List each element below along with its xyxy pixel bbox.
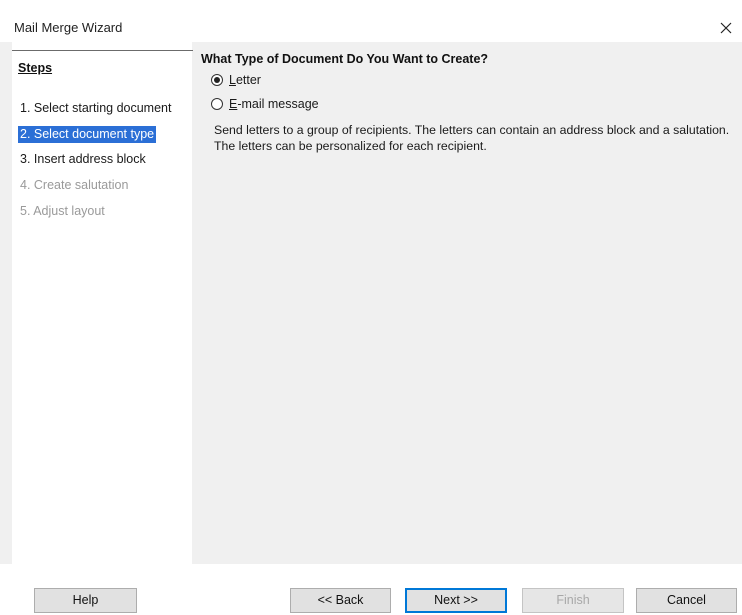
back-button[interactable]: << Back [290, 588, 391, 613]
step-select-starting-document[interactable]: 1. Select starting document [18, 100, 173, 117]
step-adjust-layout: 5. Adjust layout [20, 204, 105, 218]
radio-email[interactable] [211, 98, 223, 110]
option-email[interactable]: E-mail message [211, 97, 319, 111]
option-letter[interactable]: Letter [211, 73, 261, 87]
steps-heading: Steps [18, 61, 53, 75]
page-title: What Type of Document Do You Want to Cre… [201, 52, 489, 66]
title-bar: Mail Merge Wizard [0, 0, 742, 42]
option-letter-label: Letter [229, 73, 261, 87]
step-select-document-type[interactable]: 2. Select document type [18, 126, 157, 143]
finish-button: Finish [522, 588, 624, 613]
steps-panel [12, 42, 192, 564]
description-text: Send letters to a group of recipients. T… [214, 123, 730, 153]
step-create-salutation: 4. Create salutation [20, 178, 129, 192]
wizard-content [0, 42, 742, 564]
radio-letter[interactable] [211, 74, 223, 86]
steps-divider [12, 50, 193, 51]
window-title: Mail Merge Wizard [14, 20, 123, 35]
help-button[interactable]: Help [34, 588, 137, 613]
close-button[interactable] [716, 18, 736, 38]
step-insert-address-block[interactable]: 3. Insert address block [18, 151, 148, 168]
cancel-button[interactable]: Cancel [636, 588, 737, 613]
option-email-label: E-mail message [229, 97, 319, 111]
close-icon [720, 22, 732, 34]
next-button[interactable]: Next >> [405, 588, 507, 613]
